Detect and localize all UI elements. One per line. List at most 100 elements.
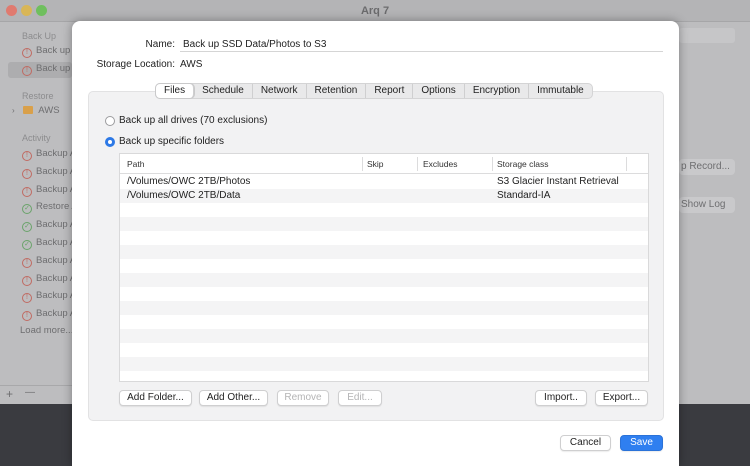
column-divider[interactable] [492, 157, 493, 171]
column-divider[interactable] [417, 157, 418, 171]
folders-table: Path Skip Excludes Storage class /Volume… [119, 153, 649, 382]
table-row [120, 231, 648, 245]
remove-button[interactable]: Remove [277, 390, 329, 406]
tab-retention[interactable]: Retention [307, 84, 367, 98]
search-field[interactable] [679, 28, 735, 43]
sidebar: Back Up ! Back up ! Back up Restore › AW… [0, 23, 78, 385]
error-icon: ! [22, 151, 32, 161]
chevron-right-icon[interactable]: › [12, 106, 20, 115]
storage-location-label: Storage Location: [96, 59, 175, 70]
activity-item[interactable]: ! Backup A [22, 184, 76, 198]
table-row [120, 245, 648, 259]
table-row [120, 357, 648, 371]
sidebar-item-label: AWS [38, 105, 60, 116]
column-header-path[interactable]: Path [127, 159, 145, 169]
table-row [120, 217, 648, 231]
add-icon[interactable]: + [6, 387, 13, 401]
table-row [120, 203, 648, 217]
error-icon: ! [22, 257, 32, 268]
table-row [120, 259, 648, 273]
show-log-button[interactable]: Show Log [679, 197, 735, 213]
error-icon: ! [22, 275, 32, 286]
name-field[interactable] [180, 38, 663, 52]
activity-item[interactable]: ! Backup A [22, 255, 76, 269]
add-folder-button[interactable]: Add Folder... [119, 390, 192, 406]
sidebar-item-label: Back up [36, 63, 71, 74]
table-row[interactable]: /Volumes/OWC 2TB/Data Standard-IA [120, 189, 648, 203]
name-label: Name: [145, 39, 175, 50]
edit-button[interactable]: Edit... [338, 390, 382, 406]
table-row [120, 371, 648, 381]
activity-item[interactable]: ✓ Backup A [22, 237, 76, 251]
radio-all-drives-label[interactable]: Back up all drives (70 exclusions) [119, 115, 267, 126]
table-row [120, 343, 648, 357]
activity-item-label: Backup A [36, 290, 77, 302]
column-header-skip[interactable]: Skip [367, 159, 384, 169]
sidebar-item-aws[interactable]: › AWS [12, 105, 60, 119]
table-row [120, 315, 648, 329]
activity-item-label: Backup A [36, 237, 77, 248]
sidebar-header-backup: Back Up [22, 31, 57, 41]
tab-files[interactable]: Files [156, 84, 195, 98]
export-button[interactable]: Export... [595, 390, 648, 406]
error-icon: ! [22, 311, 32, 322]
remove-icon[interactable]: — [25, 387, 35, 398]
table-row [120, 287, 648, 301]
checkmark-icon: ✓ [22, 204, 32, 215]
radio-specific-folders-label[interactable]: Back up specific folders [119, 136, 224, 147]
add-other-button[interactable]: Add Other... [199, 390, 268, 406]
activity-item[interactable]: ! Backup A [22, 273, 76, 287]
column-divider[interactable] [626, 157, 627, 171]
save-button[interactable]: Save [620, 435, 663, 451]
error-icon: ! [22, 186, 32, 197]
radio-specific-folders[interactable] [105, 137, 115, 147]
activity-item[interactable]: ! Backup A [22, 148, 76, 162]
activity-item[interactable]: ! Backup A [22, 308, 76, 322]
error-icon: ! [22, 293, 32, 304]
column-header-excludes[interactable]: Excludes [423, 159, 458, 169]
activity-item[interactable]: ✓ Backup A [22, 219, 76, 233]
tab-encryption[interactable]: Encryption [465, 84, 530, 98]
drive-icon [22, 106, 33, 114]
radio-all-drives[interactable] [105, 116, 115, 126]
tab-report[interactable]: Report [366, 84, 414, 98]
tab-immutable[interactable]: Immutable [529, 84, 592, 98]
cell-storage-class: Standard-IA [497, 190, 551, 201]
storage-location-value: AWS [180, 59, 203, 70]
sidebar-item-label: Back up [36, 45, 71, 56]
cancel-button[interactable]: Cancel [560, 435, 611, 451]
window-title: Arq 7 [360, 5, 390, 17]
title-bar: Arq 7 [0, 0, 750, 22]
load-more-link[interactable]: Load more... [20, 325, 73, 339]
activity-item[interactable]: ! Backup A [22, 290, 76, 304]
import-button[interactable]: Import.. [535, 390, 587, 406]
restore-record-button[interactable]: p Record... [679, 159, 735, 175]
activity-item-label: Backup A [36, 165, 77, 177]
sidebar-item-backup-1[interactable]: ! Back up [22, 45, 70, 59]
sidebar-item-backup-2[interactable]: ! Back up [22, 63, 70, 77]
activity-item-label: Backup A [36, 183, 77, 195]
error-icon: ! [22, 48, 32, 58]
error-icon: ! [22, 168, 32, 179]
activity-item-label: Backup A [36, 148, 77, 159]
table-header: Path Skip Excludes Storage class [120, 154, 648, 174]
table-row[interactable]: /Volumes/OWC 2TB/Photos S3 Glacier Instan… [120, 175, 648, 189]
activity-item[interactable]: ✓ Restore A [22, 201, 78, 215]
column-divider[interactable] [362, 157, 363, 171]
column-header-storage-class[interactable]: Storage class [497, 159, 549, 169]
activity-item-label: Backup A [36, 272, 77, 284]
activity-item-label: Backup A [36, 308, 77, 320]
cell-path: /Volumes/OWC 2TB/Photos [127, 176, 251, 187]
tab-bar: Files Schedule Network Retention Report … [155, 83, 593, 99]
sidebar-footer: + — [0, 385, 72, 404]
activity-item[interactable]: ! Backup A [22, 166, 76, 180]
checkmark-icon: ✓ [22, 240, 32, 250]
cell-storage-class: S3 Glacier Instant Retrieval [497, 176, 619, 187]
activity-item-label: Backup A [36, 254, 77, 266]
tab-network[interactable]: Network [253, 84, 307, 98]
table-row [120, 301, 648, 315]
tab-schedule[interactable]: Schedule [194, 84, 253, 98]
sidebar-header-activity: Activity [22, 133, 51, 143]
table-row [120, 273, 648, 287]
tab-options[interactable]: Options [413, 84, 465, 98]
